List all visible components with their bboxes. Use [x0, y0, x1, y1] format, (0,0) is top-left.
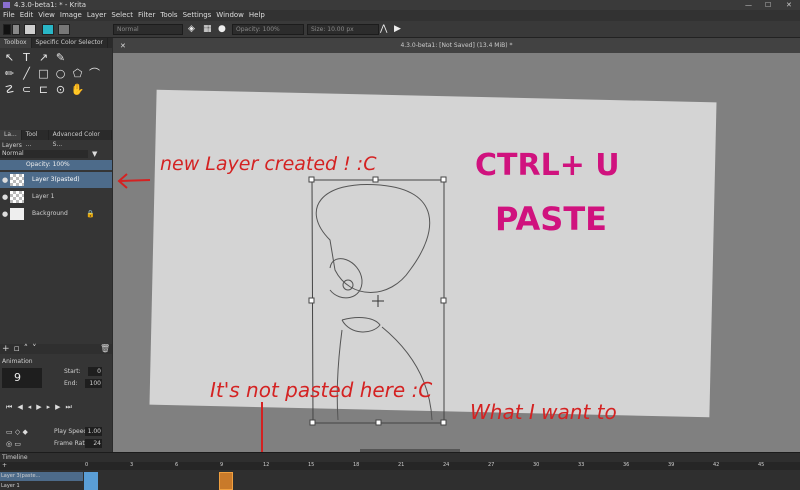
annotation-want: What I want to — [470, 400, 617, 424]
annotation-not-pasted: It's not pasted here :C — [210, 378, 433, 402]
arrow-icon — [117, 173, 151, 189]
tick: 24 — [443, 462, 450, 468]
head-sketch — [315, 183, 431, 293]
tick: 33 — [578, 462, 585, 468]
tick: 6 — [175, 462, 179, 468]
tick: 3 — [130, 462, 134, 468]
timeline-row-label[interactable]: Layer 1 — [0, 482, 83, 490]
timeline-title: Timeline — [2, 454, 28, 461]
body-right-sketch — [381, 326, 433, 421]
tick: 18 — [353, 462, 360, 468]
keyframe-cell[interactable] — [84, 472, 98, 490]
tick: 42 — [713, 462, 720, 468]
tick: 9 — [220, 462, 224, 468]
body-left-sketch — [336, 329, 343, 421]
timeline-plus-icon[interactable]: + — [2, 462, 7, 469]
annotation-paste: PASTE — [495, 200, 608, 238]
collar-sketch — [341, 317, 381, 333]
face-sketch — [329, 258, 363, 299]
tick: 45 — [758, 462, 765, 468]
annotation-shortcut: CTRL+ U — [475, 148, 620, 183]
tick: 21 — [398, 462, 405, 468]
tick: 15 — [308, 462, 315, 468]
timeline-ruler[interactable]: + 0 3 6 9 12 15 18 21 24 27 30 33 36 39 … — [0, 462, 800, 470]
canvas-drawing — [117, 173, 447, 479]
annotation-new-layer: new Layer created ! :C — [160, 153, 377, 175]
tick: 39 — [668, 462, 675, 468]
tick: 30 — [533, 462, 540, 468]
transform-center-icon — [372, 295, 384, 307]
tick: 36 — [623, 462, 630, 468]
tick: 27 — [488, 462, 495, 468]
current-frame-cell[interactable] — [219, 472, 233, 490]
timeline-row-label[interactable]: Layer 3(paste... — [0, 472, 83, 481]
timeline-panel: Timeline + 0 3 6 9 12 15 18 21 24 27 30 … — [0, 452, 800, 490]
tick: 12 — [263, 462, 270, 468]
tick: 0 — [85, 462, 89, 468]
